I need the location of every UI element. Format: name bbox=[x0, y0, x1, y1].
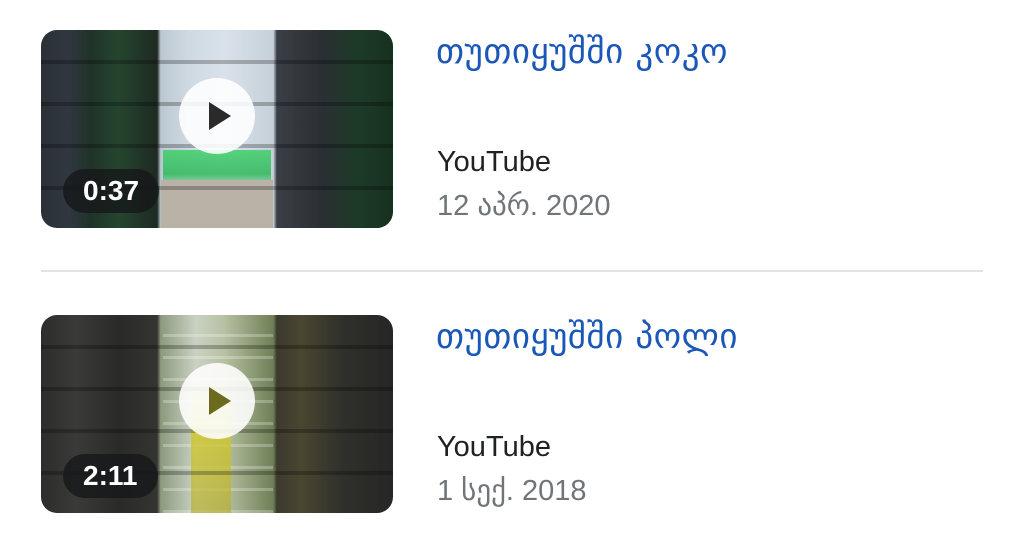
video-date: 12 აპრ. 2020 bbox=[437, 190, 611, 222]
video-title-link[interactable]: თუთიყუშში პოლი bbox=[436, 317, 738, 357]
video-title-link[interactable]: თუთიყუშში კოკო bbox=[436, 32, 728, 72]
duration-badge: 0:37 bbox=[63, 169, 160, 213]
video-thumbnail[interactable]: 2:11 bbox=[41, 315, 393, 513]
play-icon bbox=[209, 387, 231, 415]
play-icon bbox=[209, 102, 231, 130]
video-source: YouTube bbox=[437, 146, 551, 178]
duration-badge: 2:11 bbox=[63, 454, 158, 498]
video-source: YouTube bbox=[437, 431, 551, 463]
video-date: 1 სექ. 2018 bbox=[437, 475, 587, 507]
play-button[interactable] bbox=[179, 78, 255, 154]
video-result-item[interactable]: 2:11 თუთიყუშში პოლი YouTube 1 სექ. 2018 bbox=[0, 313, 1024, 540]
row-divider bbox=[41, 270, 983, 272]
play-button[interactable] bbox=[179, 363, 255, 439]
video-results-list: 0:37 თუთიყუშში კოკო YouTube 12 აპრ. 2020… bbox=[0, 0, 1024, 540]
video-result-item[interactable]: 0:37 თუთიყუშში კოკო YouTube 12 აპრ. 2020 bbox=[0, 28, 1024, 258]
video-thumbnail[interactable]: 0:37 bbox=[41, 30, 393, 228]
